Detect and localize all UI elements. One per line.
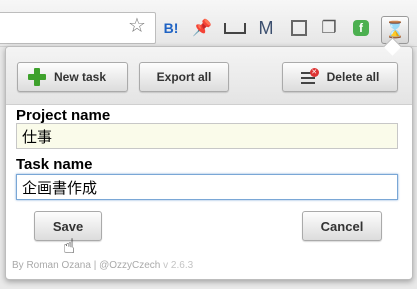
list-delete-icon: ✕ (300, 68, 319, 86)
feedly-extension-icon[interactable]: f (350, 18, 372, 38)
new-task-button[interactable]: New task (17, 62, 128, 92)
export-all-button[interactable]: Export all (139, 62, 229, 92)
mail-extension-icon[interactable]: M (255, 18, 277, 38)
pin-extension-icon[interactable]: 📌 (191, 18, 213, 38)
project-name-input[interactable] (16, 123, 398, 149)
footer-version: v 2.6.3 (163, 260, 194, 271)
star-icon[interactable]: ☆ (128, 16, 146, 36)
export-all-label: Export all (156, 70, 212, 84)
copy-extension-icon[interactable]: ❐ (318, 18, 340, 38)
browser-toolbar: ☆ B! 📌 M ❐ f ⌛ (0, 0, 417, 47)
b-bookmark-extension-icon[interactable]: B! (160, 18, 182, 38)
delete-all-button[interactable]: ✕ Delete all (282, 62, 398, 92)
task-name-label: Task name (16, 156, 93, 173)
delete-all-label: Delete all (326, 70, 380, 84)
footer-credit: By Roman Ozana | @OzzyCzech (12, 260, 161, 271)
popup-toolbar: New task Export all ✕ Delete all (6, 47, 412, 105)
plus-icon (28, 68, 46, 86)
cancel-label: Cancel (320, 218, 364, 234)
ruler-extension-icon[interactable] (224, 18, 246, 38)
cancel-button[interactable]: Cancel (302, 211, 382, 241)
task-name-input[interactable] (16, 174, 398, 200)
task-popup: New task Export all ✕ Delete all Project… (5, 46, 413, 280)
project-name-label: Project name (16, 107, 111, 124)
footer: By Roman Ozana | @OzzyCzech v 2.6.3 (12, 260, 193, 271)
hand-cursor-icon: ☝ (63, 236, 76, 258)
new-task-label: New task (54, 70, 107, 84)
save-label: Save (52, 218, 84, 234)
square-extension-icon[interactable] (288, 18, 310, 38)
